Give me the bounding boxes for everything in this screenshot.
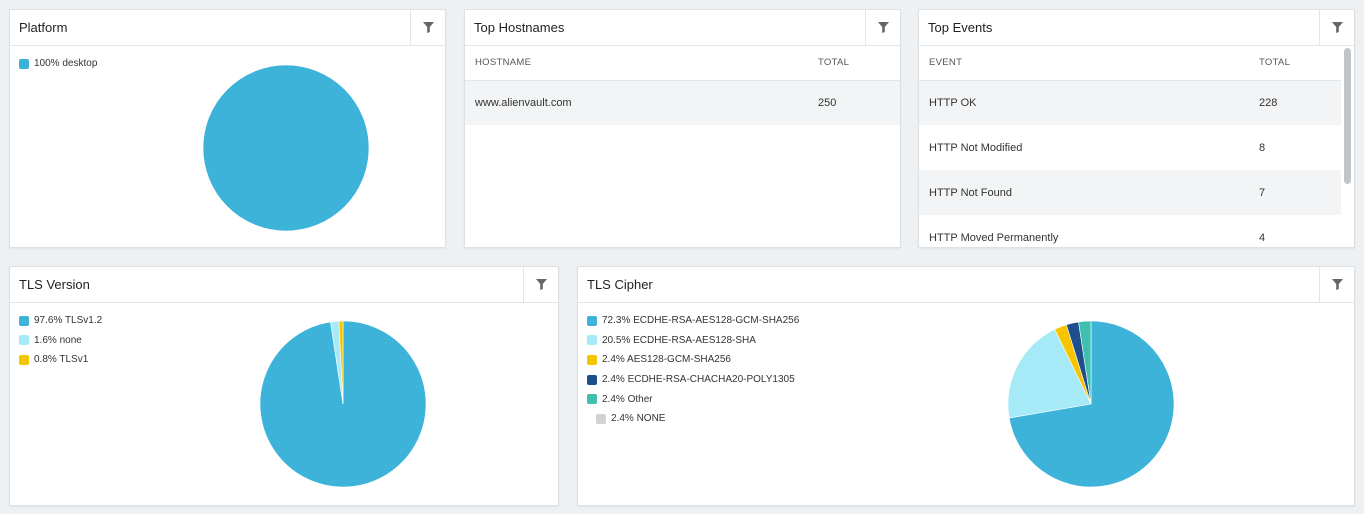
total-cell: 8 xyxy=(1259,141,1266,154)
column-header-hostname[interactable]: HOSTNAME xyxy=(465,46,818,80)
hostnames-filter-button[interactable] xyxy=(865,10,900,45)
total-cell: 4 xyxy=(1259,231,1266,244)
legend-label: 2.4% NONE xyxy=(611,413,666,425)
event-cell: HTTP Not Found xyxy=(929,186,1012,199)
tls-cipher-filter-button[interactable] xyxy=(1319,267,1354,302)
filter-icon xyxy=(1331,279,1343,290)
event-cell: HTTP OK xyxy=(929,96,977,109)
total-cell: 228 xyxy=(1259,96,1278,109)
legend-item[interactable]: 72.3% ECDHE-RSA-AES128-GCM-SHA256 xyxy=(587,311,799,331)
platform-pie-chart[interactable] xyxy=(202,64,370,232)
legend-swatch xyxy=(19,335,29,346)
column-header-event[interactable]: EVENT xyxy=(919,46,1259,80)
legend-label: 2.4% Other xyxy=(602,393,653,405)
legend-label: 0.8% TLSv1 xyxy=(34,354,89,366)
hostnames-table: HOSTNAME TOTAL www.alienvault.com 250 xyxy=(465,46,900,125)
table-row[interactable]: HTTP Not Found 7 xyxy=(919,170,1341,215)
events-table-wrap: EVENT TOTAL HTTP OK 228 HTTP Not Modifie… xyxy=(919,46,1341,247)
filter-icon xyxy=(535,279,547,290)
legend-label: 2.4% ECDHE-RSA-CHACHA20-POLY1305 xyxy=(602,374,795,386)
legend-item[interactable]: 2.4% ECDHE-RSA-CHACHA20-POLY1305 xyxy=(587,370,799,390)
legend-item[interactable]: 0.8% TLSv1 xyxy=(19,350,102,370)
column-header-total[interactable]: TOTAL xyxy=(818,46,900,80)
platform-title: Platform xyxy=(19,20,68,35)
legend-swatch xyxy=(19,315,29,326)
table-row[interactable]: HTTP Moved Permanently 4 xyxy=(919,215,1341,247)
legend-label: 1.6% none xyxy=(34,334,82,346)
platform-header: Platform xyxy=(10,10,445,46)
table-row[interactable]: www.alienvault.com 250 xyxy=(465,80,900,125)
legend-label: 20.5% ECDHE-RSA-AES128-SHA xyxy=(602,334,756,346)
legend-swatch xyxy=(587,374,597,385)
table-header-row: HOSTNAME TOTAL xyxy=(465,46,900,80)
legend-item[interactable]: 97.6% TLSv1.2 xyxy=(19,311,102,331)
legend-swatch xyxy=(596,413,606,424)
event-cell: HTTP Not Modified xyxy=(929,141,1023,154)
legend-item[interactable]: 2.4% NONE xyxy=(587,409,799,429)
events-panel: Top Events EVENT TOTAL HTTP OK 228 HTTP … xyxy=(918,9,1355,248)
tls-version-pie-chart[interactable] xyxy=(259,320,427,488)
hostnames-title: Top Hostnames xyxy=(474,20,565,35)
legend-swatch xyxy=(587,354,597,365)
legend-item[interactable]: 1.6% none xyxy=(19,331,102,351)
tls-cipher-title: TLS Cipher xyxy=(587,277,653,292)
tls-version-header: TLS Version xyxy=(10,267,558,303)
legend-label: 100% desktop xyxy=(34,58,98,70)
platform-filter-button[interactable] xyxy=(410,10,445,45)
legend-item[interactable]: 20.5% ECDHE-RSA-AES128-SHA xyxy=(587,331,799,351)
legend-item[interactable]: 2.4% Other xyxy=(587,389,799,409)
tls-cipher-legend: 72.3% ECDHE-RSA-AES128-GCM-SHA256 20.5% … xyxy=(587,311,799,429)
tls-cipher-panel: TLS Cipher 72.3% ECDHE-RSA-AES128-GCM-SH… xyxy=(577,266,1355,506)
events-title: Top Events xyxy=(928,20,993,35)
legend-item[interactable]: 2.4% AES128-GCM-SHA256 xyxy=(587,350,799,370)
legend-label: 97.6% TLSv1.2 xyxy=(34,315,103,327)
filter-icon xyxy=(877,22,889,33)
table-header-row: EVENT TOTAL xyxy=(919,46,1341,80)
platform-panel: Platform 100% desktop xyxy=(9,9,446,248)
filter-icon xyxy=(1331,22,1343,33)
legend-swatch xyxy=(587,335,597,346)
tls-version-panel: TLS Version 97.6% TLSv1.2 1.6% none 0.8%… xyxy=(9,266,559,506)
legend-swatch xyxy=(19,354,29,365)
legend-swatch xyxy=(587,394,597,405)
table-row[interactable]: HTTP Not Modified 8 xyxy=(919,125,1341,170)
tls-cipher-header: TLS Cipher xyxy=(578,267,1354,303)
platform-legend: 100% desktop xyxy=(19,54,97,74)
column-header-total[interactable]: TOTAL xyxy=(1259,46,1341,80)
legend-label: 72.3% ECDHE-RSA-AES128-GCM-SHA256 xyxy=(602,315,800,327)
events-table: EVENT TOTAL HTTP OK 228 HTTP Not Modifie… xyxy=(919,46,1341,247)
hostname-cell: www.alienvault.com xyxy=(475,96,572,109)
event-cell: HTTP Moved Permanently xyxy=(929,231,1059,244)
events-header: Top Events xyxy=(919,10,1354,46)
total-cell: 7 xyxy=(1259,186,1266,199)
pie-slice-desktop[interactable] xyxy=(202,64,370,232)
table-row[interactable]: HTTP OK 228 xyxy=(919,80,1341,125)
legend-label: 2.4% AES128-GCM-SHA256 xyxy=(602,354,731,366)
tls-version-legend: 97.6% TLSv1.2 1.6% none 0.8% TLSv1 xyxy=(19,311,102,370)
events-filter-button[interactable] xyxy=(1319,10,1354,45)
total-cell: 250 xyxy=(818,96,837,109)
filter-icon xyxy=(422,22,434,33)
tls-cipher-pie-chart[interactable] xyxy=(1007,320,1175,488)
hostnames-header: Top Hostnames xyxy=(465,10,900,46)
tls-version-filter-button[interactable] xyxy=(523,267,558,302)
events-scrollbar[interactable] xyxy=(1343,48,1351,245)
legend-item[interactable]: 100% desktop xyxy=(19,54,97,74)
legend-swatch xyxy=(19,58,29,69)
hostnames-panel: Top Hostnames HOSTNAME TOTAL www.alienva… xyxy=(464,9,901,248)
legend-swatch xyxy=(587,315,597,326)
scrollbar-thumb[interactable] xyxy=(1344,48,1351,184)
tls-version-title: TLS Version xyxy=(19,277,90,292)
